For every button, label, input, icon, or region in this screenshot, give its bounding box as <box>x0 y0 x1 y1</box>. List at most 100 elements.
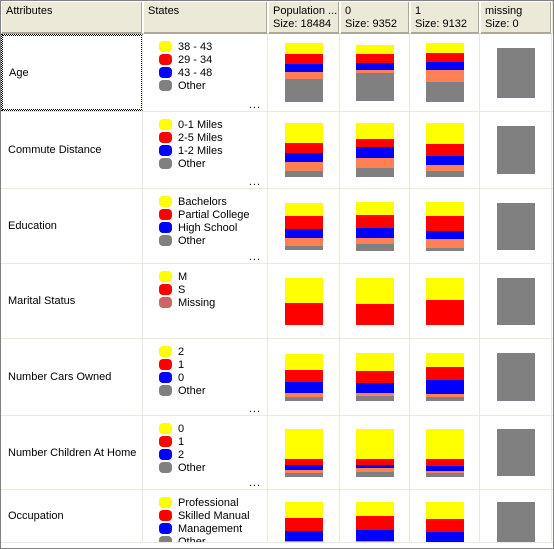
bar-segment <box>425 238 464 248</box>
bar-chart <box>480 339 551 415</box>
bar-segment <box>284 353 323 370</box>
legend-overflow-ellipsis[interactable]: ... <box>249 251 261 263</box>
bar-chart-cell-missing[interactable] <box>480 490 552 542</box>
bar-chart-cell-state-1[interactable] <box>410 264 480 338</box>
states-legend-cell[interactable]: 38 - 43 29 - 34 43 - 48 Other... <box>143 34 268 111</box>
legend-label: Skilled Manual <box>178 509 250 522</box>
attribute-name-cell[interactable]: Number Children At Home <box>1 416 143 489</box>
bar-chart-cell-state-1[interactable] <box>410 34 480 111</box>
bar-chart-cell-missing[interactable] <box>480 416 552 489</box>
states-legend-cell[interactable]: 0-1 Miles 2-5 Miles 1-2 Miles Other... <box>143 112 268 188</box>
column-header-size: Size: 9132 <box>415 18 467 30</box>
bar-segment <box>284 245 323 250</box>
attribute-name-cell[interactable]: Number Cars Owned <box>1 339 143 415</box>
bar-chart-cell-state-0[interactable] <box>340 416 410 489</box>
bar-segment <box>284 54 323 64</box>
states-legend-cell[interactable]: Bachelors Partial College High School Other… <box>143 189 268 263</box>
bar-chart-cell-missing[interactable] <box>480 189 552 263</box>
bar-chart-cell-state-1[interactable] <box>410 112 480 188</box>
table-row[interactable]: Number Cars Owned 2 1 0 Other... <box>1 339 553 416</box>
attribute-name-cell[interactable]: Commute Distance <box>1 112 143 188</box>
bar-segment <box>425 502 464 519</box>
bar-chart-cell-state-0[interactable] <box>340 490 410 542</box>
bar-segment <box>284 531 323 541</box>
bar-segment <box>425 171 464 177</box>
table-row[interactable]: Marital Status M S Missing <box>1 264 553 339</box>
attribute-name-cell[interactable]: Age <box>1 34 143 111</box>
attribute-discrimination-grid: Attributes States Population ... Size: 1848… <box>0 0 554 549</box>
bar-chart-cell-population[interactable] <box>268 264 340 338</box>
column-header-missing[interactable]: missing Size: 0 <box>480 1 552 34</box>
stacked-bar <box>425 502 464 542</box>
attribute-name-cell[interactable]: Occupation <box>1 490 143 542</box>
stacked-bar <box>496 429 535 476</box>
states-legend-cell[interactable]: 0 1 2 Other... <box>143 416 268 489</box>
bar-chart-cell-missing[interactable] <box>480 339 552 415</box>
states-legend-cell[interactable]: 2 1 0 Other... <box>143 339 268 415</box>
stacked-bar <box>355 201 394 251</box>
legend-label: Other <box>178 384 206 397</box>
bar-chart-cell-population[interactable] <box>268 339 340 415</box>
column-header-state-0[interactable]: 0 Size: 9352 <box>340 1 410 34</box>
attribute-name-cell[interactable]: Marital Status <box>1 264 143 338</box>
bar-chart-cell-population[interactable] <box>268 34 340 111</box>
bar-chart <box>410 339 479 415</box>
legend-item: 0 <box>159 371 267 384</box>
bar-chart <box>268 416 339 489</box>
attribute-name-cell[interactable]: Education <box>1 189 143 263</box>
bar-segment <box>284 472 323 477</box>
bar-segment <box>284 162 323 171</box>
bar-chart <box>480 490 551 542</box>
bar-segment <box>284 171 323 177</box>
table-row[interactable]: Commute Distance 0-1 Miles 2-5 Miles 1-2 Mi… <box>1 112 553 189</box>
bar-chart-cell-population[interactable] <box>268 490 340 542</box>
bar-segment <box>425 299 464 325</box>
bar-segment <box>284 202 323 216</box>
legend-label: Other <box>178 535 206 543</box>
bar-chart-cell-state-0[interactable] <box>340 34 410 111</box>
legend-overflow-ellipsis[interactable]: ... <box>249 477 261 489</box>
bar-segment <box>284 123 323 143</box>
bar-chart-cell-state-1[interactable] <box>410 339 480 415</box>
bar-chart-cell-missing[interactable] <box>480 112 552 188</box>
column-header-state-1[interactable]: 1 Size: 9132 <box>410 1 480 34</box>
bar-segment <box>425 201 464 216</box>
legend-item: 38 - 43 <box>159 40 267 53</box>
bar-segment <box>355 158 394 168</box>
bar-chart-cell-state-0[interactable] <box>340 112 410 188</box>
legend-item: 43 - 48 <box>159 66 267 79</box>
bar-segment <box>496 502 535 542</box>
table-row[interactable]: Occupation Professional Skilled Manual Mana… <box>1 490 553 543</box>
bar-chart-cell-missing[interactable] <box>480 264 552 338</box>
states-legend-cell[interactable]: Professional Skilled Manual Management Othe… <box>143 490 268 542</box>
column-header-population[interactable]: Population ... Size: 18484 <box>268 1 340 34</box>
column-header-title: Population ... <box>273 5 338 17</box>
bar-segment <box>284 72 323 79</box>
bar-chart-cell-state-1[interactable] <box>410 189 480 263</box>
bar-chart-cell-state-0[interactable] <box>340 264 410 338</box>
bar-chart-cell-missing[interactable] <box>480 34 552 111</box>
bar-chart-cell-population[interactable] <box>268 416 340 489</box>
column-header-states[interactable]: States <box>143 1 268 34</box>
bar-segment <box>496 202 535 250</box>
legend-item: Professional <box>159 496 267 509</box>
legend-item: Management <box>159 522 267 535</box>
table-row[interactable]: Education Bachelors Partial College High Sc… <box>1 189 553 264</box>
table-row[interactable]: Age 38 - 43 29 - 34 43 - 48 Other... <box>1 34 553 112</box>
legend-overflow-ellipsis[interactable]: ... <box>249 99 261 111</box>
bar-chart-cell-state-0[interactable] <box>340 189 410 263</box>
bar-chart-cell-state-1[interactable] <box>410 416 480 489</box>
bar-chart-cell-population[interactable] <box>268 189 340 263</box>
legend-swatch-icon <box>159 132 172 143</box>
column-header-title: 1 <box>415 5 422 17</box>
table-row[interactable]: Number Children At Home 0 1 2 Other... <box>1 416 553 490</box>
bar-chart-cell-state-1[interactable] <box>410 490 480 542</box>
stacked-bar <box>425 43 464 102</box>
bar-chart-cell-state-0[interactable] <box>340 339 410 415</box>
column-header-attributes[interactable]: Attributes <box>1 1 143 34</box>
bar-segment <box>284 381 323 393</box>
legend-overflow-ellipsis[interactable]: ... <box>249 403 261 415</box>
legend-overflow-ellipsis[interactable]: ... <box>249 176 261 188</box>
states-legend-cell[interactable]: M S Missing <box>143 264 268 338</box>
bar-chart-cell-population[interactable] <box>268 112 340 188</box>
